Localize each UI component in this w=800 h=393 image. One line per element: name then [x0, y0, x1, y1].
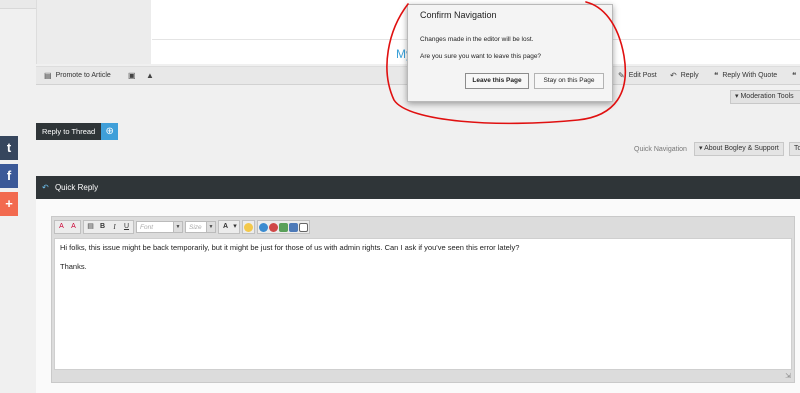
- reply-label: Reply: [680, 72, 699, 79]
- warning-button[interactable]: ▲: [146, 71, 154, 80]
- promote-to-article-label: Promote to Article: [55, 72, 111, 79]
- resize-handle-icon[interactable]: ⇲: [785, 372, 791, 380]
- text-color-button[interactable]: A ▾: [218, 220, 240, 234]
- leave-this-page-button[interactable]: Leave this Page: [465, 73, 529, 89]
- quick-navigation-top-button[interactable]: To: [789, 142, 800, 156]
- message-textarea[interactable]: Hi folks, this issue might be back tempo…: [54, 238, 792, 370]
- dialog-title: Confirm Navigation: [420, 10, 497, 20]
- report-icon: ▣: [128, 71, 136, 80]
- tumblr-share-button[interactable]: t: [0, 136, 18, 160]
- italic-icon[interactable]: I: [109, 222, 120, 232]
- quick-navigation-forum-dropdown[interactable]: ▾ About Bogley & Support: [694, 142, 784, 156]
- bold-icon[interactable]: B: [97, 222, 108, 232]
- message-line: Thanks.: [60, 262, 87, 271]
- quote-icon[interactable]: [299, 222, 308, 232]
- font-select-value: Font: [140, 223, 154, 231]
- paste-icon[interactable]: ▤: [85, 222, 96, 232]
- editor-toolbar: A A ▤ B I U Font ▼ Size ▼ A ▾: [54, 219, 792, 235]
- quote-icon: ❝: [714, 71, 719, 80]
- remove-format-icon[interactable]: A: [56, 222, 67, 232]
- quick-reply-header: ↶ Quick Reply: [36, 176, 800, 199]
- edit-post-button[interactable]: ✎ Edit Post: [618, 71, 657, 80]
- chevron-down-icon: ▼: [173, 222, 182, 232]
- report-post-button[interactable]: ▣: [128, 71, 136, 80]
- plus-circle-icon: ⊕: [101, 123, 119, 140]
- confirm-navigation-dialog: Confirm Navigation Changes made in the e…: [407, 4, 613, 102]
- multi-quote-button[interactable]: ❝: [792, 71, 796, 80]
- more-share-button[interactable]: +: [0, 192, 18, 216]
- chevron-down-icon: ▾: [233, 223, 237, 230]
- post-author-panel: [37, 0, 151, 64]
- video-icon[interactable]: [289, 222, 298, 232]
- chevron-down-icon: ▼: [206, 222, 215, 232]
- text-color-icon: A: [222, 223, 229, 230]
- document-icon: ▤: [44, 71, 52, 80]
- smilie-button[interactable]: [242, 220, 255, 234]
- toolbar-group-insert: [257, 220, 310, 234]
- toolbar-group-text: ▤ B I U: [83, 220, 134, 234]
- font-select[interactable]: Font ▼: [136, 221, 183, 233]
- toolbar-group-format: A A: [54, 220, 81, 234]
- edit-post-label: Edit Post: [628, 72, 657, 79]
- smilie-icon: [244, 222, 253, 232]
- quick-navigation-label: Quick Navigation: [634, 146, 687, 153]
- quick-navigation-forum-label: About Bogley & Support: [704, 145, 779, 152]
- message-line: Hi folks, this issue might be back tempo…: [60, 243, 520, 252]
- stay-on-this-page-button[interactable]: Stay on this Page: [534, 73, 604, 89]
- pencil-icon: ✎: [618, 71, 625, 80]
- size-select[interactable]: Size ▼: [185, 221, 216, 233]
- unlink-icon[interactable]: [269, 222, 278, 232]
- reply-button[interactable]: ↶ Reply: [670, 71, 699, 80]
- size-select-value: Size: [189, 223, 202, 231]
- dialog-question: Are you sure you want to leave this page…: [420, 53, 542, 60]
- link-icon[interactable]: [259, 222, 268, 232]
- underline-icon[interactable]: U: [121, 222, 132, 232]
- dialog-message: Changes made in the editor will be lost.: [420, 36, 534, 43]
- warning-icon: ▲: [146, 71, 154, 80]
- chevron-down-icon: ▾: [735, 93, 739, 100]
- moderation-tools-label: Moderation Tools: [740, 93, 794, 100]
- moderation-tools-dropdown[interactable]: ▾ Moderation Tools: [730, 90, 800, 104]
- promote-to-article-button[interactable]: ▤ Promote to Article: [44, 71, 111, 80]
- reply-with-quote-label: Reply With Quote: [722, 72, 778, 79]
- reply-to-thread-button[interactable]: Reply to Thread ⊕: [36, 123, 119, 140]
- chevron-down-icon: ▾: [699, 145, 703, 152]
- reply-with-quote-button[interactable]: ❝ Reply With Quote: [714, 71, 777, 80]
- reply-arrow-icon: ↶: [42, 183, 49, 192]
- reply-to-thread-label: Reply to Thread: [36, 123, 102, 140]
- quick-reply-title: Quick Reply: [54, 183, 99, 192]
- facebook-share-button[interactable]: f: [0, 164, 18, 188]
- reply-arrow-icon: ↶: [670, 71, 677, 80]
- multi-quote-icon: ❝: [792, 71, 797, 80]
- quick-reply-editor: A A ▤ B I U Font ▼ Size ▼ A ▾ Hi folks, …: [51, 216, 795, 383]
- image-icon[interactable]: [279, 222, 288, 232]
- switch-mode-icon[interactable]: A: [68, 222, 79, 232]
